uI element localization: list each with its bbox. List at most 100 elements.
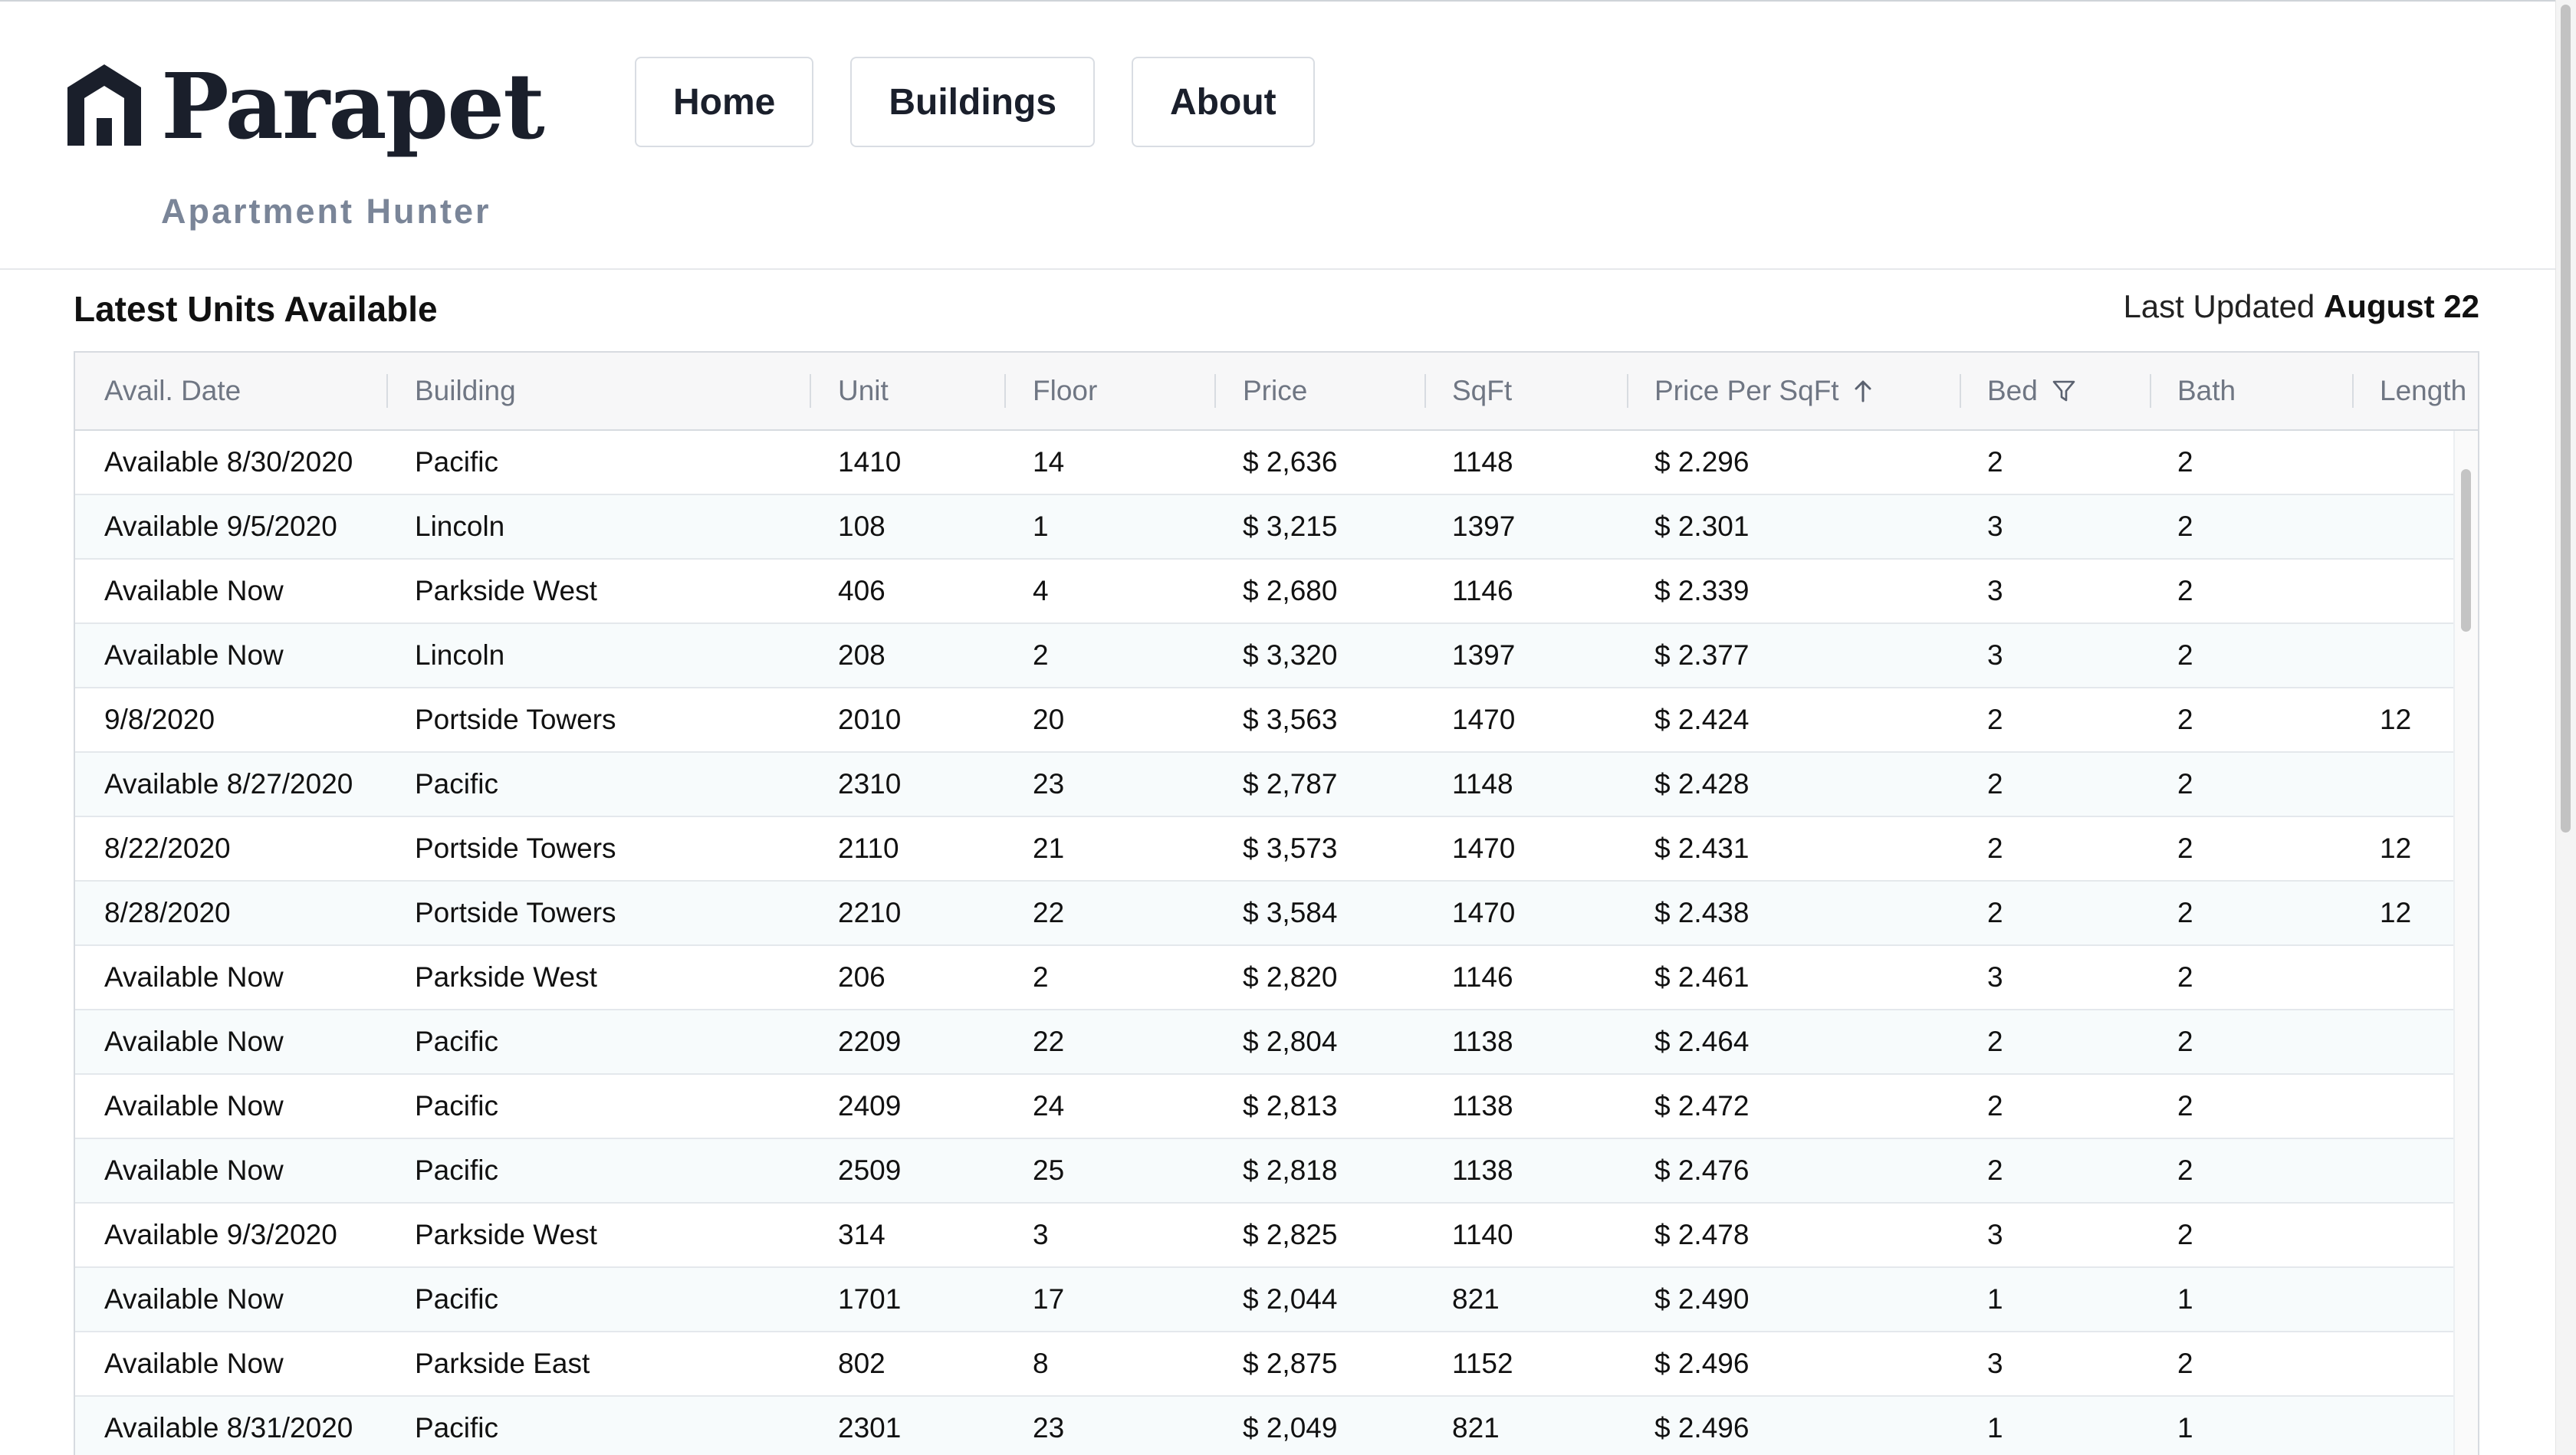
cell-building: Portside Towers bbox=[415, 897, 616, 928]
table-row[interactable]: Available Now Parkside East 802 8 $ 2,875 115… bbox=[75, 1332, 2455, 1397]
filter-icon[interactable] bbox=[2052, 379, 2076, 402]
cell-bath: 2 bbox=[2177, 833, 2193, 864]
column-resize-handle[interactable] bbox=[1424, 374, 1426, 408]
last-updated-date: August 22 bbox=[2323, 288, 2479, 324]
brand-name: Parapet bbox=[161, 53, 545, 159]
cell-building: Lincoln bbox=[415, 639, 505, 671]
cell-bed: 3 bbox=[1987, 639, 2003, 671]
cell-bath: 2 bbox=[2177, 768, 2193, 800]
table-scrollbar-thumb[interactable] bbox=[2461, 469, 2471, 632]
cell-floor: 2 bbox=[1033, 639, 1049, 671]
cell-sqft: 1146 bbox=[1452, 961, 1513, 993]
cell-sqft: 1138 bbox=[1452, 1154, 1513, 1186]
cell-building: Parkside East bbox=[415, 1348, 590, 1379]
table-body: Available 8/30/2020 Pacific 1410 14 $ 2,636 1… bbox=[75, 431, 2455, 1455]
cell-unit: 2210 bbox=[838, 897, 902, 928]
table-row[interactable]: Available Now Parkside West 406 4 $ 2,680 114… bbox=[75, 560, 2455, 624]
nav-home-button[interactable]: Home bbox=[635, 57, 814, 147]
table-row[interactable]: Available 8/31/2020 Pacific 2301 23 $ 2,049 8… bbox=[75, 1397, 2455, 1455]
cell-floor: 2 bbox=[1033, 961, 1049, 993]
column-header-price[interactable]: Price bbox=[1243, 353, 1307, 429]
cell-bath: 2 bbox=[2177, 1026, 2193, 1057]
column-header-sqft[interactable]: SqFt bbox=[1452, 353, 1512, 429]
cell-sqft: 1470 bbox=[1452, 833, 1516, 864]
cell-unit: 108 bbox=[838, 511, 886, 542]
cell-sqft: 1138 bbox=[1452, 1090, 1513, 1122]
brand-tagline: Apartment Hunter bbox=[161, 192, 491, 231]
table-row[interactable]: Available Now Pacific 2209 22 $ 2,804 1138 $ 2… bbox=[75, 1010, 2455, 1075]
column-header-length[interactable]: Length bbox=[2380, 353, 2466, 429]
cell-building: Parkside West bbox=[415, 1219, 597, 1250]
cell-bath: 2 bbox=[2177, 1154, 2193, 1186]
sort-ascending-icon[interactable] bbox=[1853, 379, 1873, 402]
logo[interactable]: Parapet bbox=[67, 53, 545, 159]
column-header-ppsf[interactable]: Price Per SqFt bbox=[1654, 353, 1873, 429]
page-scrollbar[interactable] bbox=[2555, 0, 2576, 1455]
main-nav: Home Buildings About bbox=[635, 57, 1315, 147]
column-resize-handle[interactable] bbox=[2352, 374, 2354, 408]
column-resize-handle[interactable] bbox=[386, 374, 388, 408]
cell-ppsf: $ 2.438 bbox=[1654, 897, 1750, 928]
cell-building: Lincoln bbox=[415, 511, 505, 542]
cell-price: $ 2,818 bbox=[1243, 1154, 1338, 1186]
table-header: Avail. Date Building Unit Floor Price SqFt Pri… bbox=[75, 353, 2478, 431]
column-resize-handle[interactable] bbox=[1960, 374, 1961, 408]
cell-building: Pacific bbox=[415, 768, 498, 800]
cell-ppsf: $ 2.496 bbox=[1654, 1412, 1750, 1444]
column-header-floor[interactable]: Floor bbox=[1033, 353, 1097, 429]
column-resize-handle[interactable] bbox=[1004, 374, 1006, 408]
column-header-bath[interactable]: Bath bbox=[2177, 353, 2236, 429]
table-row[interactable]: Available Now Parkside West 206 2 $ 2,820 114… bbox=[75, 946, 2455, 1010]
table-row[interactable]: Available Now Pacific 1701 17 $ 2,044 821 $ 2.… bbox=[75, 1268, 2455, 1332]
cell-bed: 2 bbox=[1987, 833, 2003, 864]
column-header-label: Price Per SqFt bbox=[1654, 375, 1839, 406]
table-row[interactable]: Available Now Lincoln 208 2 $ 3,320 1397 $ 2.3… bbox=[75, 624, 2455, 688]
cell-ppsf: $ 2.339 bbox=[1654, 575, 1750, 606]
table-row[interactable]: Available 9/5/2020 Lincoln 108 1 $ 3,215 1397… bbox=[75, 495, 2455, 560]
column-header-building[interactable]: Building bbox=[415, 353, 516, 429]
cell-bed: 2 bbox=[1987, 446, 2003, 478]
table-row[interactable]: 8/22/2020 Portside Towers 2110 21 $ 3,573 147… bbox=[75, 817, 2455, 882]
nav-about-button[interactable]: About bbox=[1132, 57, 1315, 147]
cell-bath: 1 bbox=[2177, 1412, 2193, 1444]
cell-ppsf: $ 2.296 bbox=[1654, 446, 1750, 478]
table-row[interactable]: Available Now Pacific 2409 24 $ 2,813 1138 $ 2… bbox=[75, 1075, 2455, 1139]
column-resize-handle[interactable] bbox=[1627, 374, 1628, 408]
column-header-unit[interactable]: Unit bbox=[838, 353, 889, 429]
column-header-label: Unit bbox=[838, 375, 889, 406]
cell-unit: 2010 bbox=[838, 704, 902, 735]
table-row[interactable]: 9/8/2020 Portside Towers 2010 20 $ 3,563 1470… bbox=[75, 688, 2455, 753]
nav-buildings-button[interactable]: Buildings bbox=[850, 57, 1096, 147]
cell-unit: 2310 bbox=[838, 768, 902, 800]
column-header-avail[interactable]: Avail. Date bbox=[104, 353, 241, 429]
cell-price: $ 3,584 bbox=[1243, 897, 1338, 928]
section-title: Latest Units Available bbox=[74, 289, 438, 329]
column-resize-handle[interactable] bbox=[810, 374, 811, 408]
table-row[interactable]: Available 8/30/2020 Pacific 1410 14 $ 2,636 1… bbox=[75, 431, 2455, 495]
last-updated-label: Last Updated bbox=[2123, 288, 2315, 324]
cell-length: 12 bbox=[2380, 704, 2412, 735]
cell-price: $ 3,573 bbox=[1243, 833, 1338, 864]
cell-avail: Available Now bbox=[104, 639, 284, 671]
column-resize-handle[interactable] bbox=[2150, 374, 2151, 408]
cell-bath: 2 bbox=[2177, 1219, 2193, 1250]
column-header-bed[interactable]: Bed bbox=[1987, 353, 2076, 429]
column-resize-handle[interactable] bbox=[1214, 374, 1216, 408]
cell-unit: 1701 bbox=[838, 1283, 902, 1315]
cell-bath: 1 bbox=[2177, 1283, 2193, 1315]
cell-building: Portside Towers bbox=[415, 833, 616, 864]
table-row[interactable]: Available 9/3/2020 Parkside West 314 3 $ 2,8… bbox=[75, 1204, 2455, 1268]
table-scrollbar[interactable] bbox=[2453, 431, 2478, 1455]
cell-unit: 2509 bbox=[838, 1154, 902, 1186]
column-header-label: Length bbox=[2380, 375, 2467, 406]
cell-floor: 22 bbox=[1033, 1026, 1065, 1057]
page-scrollbar-thumb[interactable] bbox=[2561, 5, 2571, 833]
cell-bed: 2 bbox=[1987, 1026, 2003, 1057]
cell-ppsf: $ 2.424 bbox=[1654, 704, 1750, 735]
table-row[interactable]: 8/28/2020 Portside Towers 2210 22 $ 3,584 147… bbox=[75, 882, 2455, 946]
cell-sqft: 1397 bbox=[1452, 639, 1516, 671]
table-row[interactable]: Available 8/27/2020 Pacific 2310 23 $ 2,787 1… bbox=[75, 753, 2455, 817]
cell-avail: Available 9/5/2020 bbox=[104, 511, 337, 542]
table-row[interactable]: Available Now Pacific 2509 25 $ 2,818 1138 $ 2… bbox=[75, 1139, 2455, 1204]
cell-bed: 3 bbox=[1987, 575, 2003, 606]
